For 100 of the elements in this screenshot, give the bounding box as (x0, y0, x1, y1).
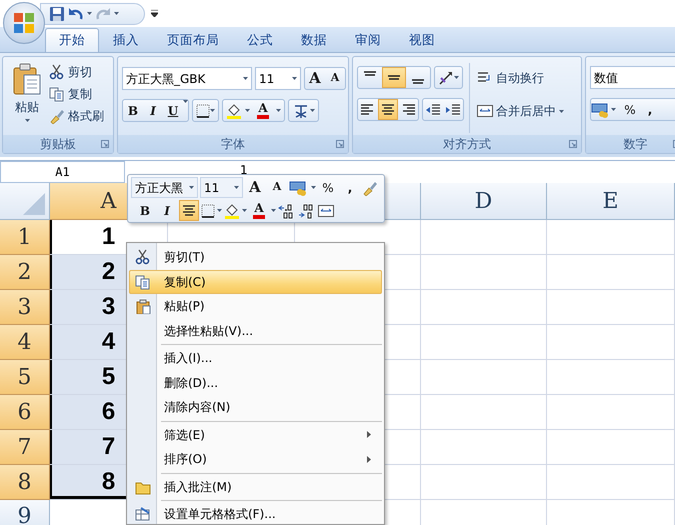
corner-triangle-icon (23, 193, 45, 215)
increase-indent-icon (445, 102, 461, 116)
undo-icon[interactable] (68, 6, 84, 22)
border-icon[interactable] (201, 204, 215, 218)
shrink-font-button[interactable]: A (267, 177, 287, 198)
grow-font-button[interactable]: A (305, 68, 325, 89)
percent-button[interactable]: % (318, 177, 338, 198)
grow-font-button[interactable]: A (245, 177, 265, 198)
italic-button[interactable]: I (143, 100, 163, 121)
ribbon-command[interactable]: 剪切 (47, 61, 106, 83)
dropdown-arrow-icon[interactable] (276, 109, 281, 112)
dropdown-arrow-icon[interactable] (559, 110, 564, 112)
font-name-dropdown[interactable]: 方正大黑_GBK (122, 67, 252, 90)
text-orientation-icon[interactable] (438, 70, 454, 86)
dropdown-arrow-icon[interactable] (234, 186, 239, 189)
comma-button[interactable]: , (340, 177, 360, 198)
merge-cells-icon (477, 104, 493, 118)
font-name-dropdown[interactable]: 方正大黑 (131, 177, 198, 198)
menu-item[interactable]: 设置单元格格式(F)... (129, 502, 382, 524)
align-center-button[interactable] (179, 200, 199, 221)
ribbon-command[interactable]: 复制 (47, 83, 106, 105)
group-title: 剪贴板 (40, 136, 76, 153)
ribbon-tab[interactable]: 插入 (99, 28, 153, 52)
dropdown-arrow-icon[interactable] (311, 186, 316, 189)
border-icon[interactable] (196, 104, 210, 118)
align-middle-icon (388, 75, 400, 80)
underline-button[interactable]: U (163, 100, 183, 121)
row-header[interactable]: 3 (0, 290, 50, 325)
align-center-button[interactable] (378, 99, 398, 120)
customize-icon[interactable] (151, 10, 158, 17)
format-brush-icon[interactable] (362, 180, 378, 196)
format-cells-icon (135, 506, 151, 522)
currency-icon[interactable] (289, 180, 309, 196)
ribbon-command[interactable]: 格式刷 (47, 105, 106, 127)
name-box[interactable]: A1 (0, 161, 125, 183)
font-color-button[interactable]: A (249, 200, 269, 221)
group-title: 字体 (221, 136, 245, 153)
copy-icon (135, 274, 151, 290)
bold-button[interactable]: B (123, 100, 143, 121)
bold-button[interactable]: B (135, 200, 155, 221)
submenu-arrow-icon (367, 431, 371, 438)
dropdown-arrow-icon[interactable] (271, 209, 276, 212)
align-top-icon (364, 71, 376, 76)
dropdown-arrow-icon[interactable] (245, 109, 250, 112)
row-header[interactable]: 9 (0, 500, 50, 525)
ribbon-tab[interactable]: 页面布局 (153, 28, 233, 52)
row-header[interactable]: 5 (0, 360, 50, 395)
dropdown-arrow-icon[interactable] (189, 186, 194, 189)
font-color-button[interactable]: A (253, 100, 273, 121)
row-header[interactable]: 1 (0, 220, 50, 255)
align-right-icon (400, 102, 416, 116)
paste-icon (12, 63, 42, 95)
dropdown-arrow-icon[interactable] (242, 209, 247, 212)
comma-button[interactable]: , (640, 99, 660, 120)
dialog-launcher-icon[interactable] (569, 140, 577, 148)
align-center-icon (181, 204, 197, 218)
ribbon-tab[interactable]: 开始 (45, 28, 99, 52)
save-icon[interactable] (49, 6, 65, 22)
decrease-indent-icon (425, 102, 441, 116)
row-header[interactable]: 8 (0, 465, 50, 500)
row-header[interactable]: 6 (0, 395, 50, 430)
merge-cells-icon[interactable] (318, 204, 334, 218)
dropdown-arrow-icon[interactable] (210, 109, 215, 112)
dropdown-arrow-icon[interactable] (183, 100, 188, 103)
wrap-text-button[interactable]: 自动换行 (475, 67, 566, 89)
shrink-font-button[interactable]: A (325, 68, 345, 89)
percent-button[interactable]: % (620, 99, 640, 120)
fill-color-icon[interactable] (226, 102, 242, 118)
dialog-launcher-icon[interactable] (101, 140, 109, 148)
format-brush-icon (49, 108, 65, 124)
paste-icon (135, 298, 151, 314)
merge-center-button[interactable]: 合并后居中 (475, 100, 566, 122)
align-bottom-icon (412, 79, 424, 84)
column-header[interactable]: D (421, 183, 547, 220)
ribbon-tab[interactable]: 数据 (287, 28, 341, 52)
dropdown-arrow-icon[interactable] (454, 76, 459, 79)
currency-icon[interactable] (591, 102, 611, 118)
dropdown-arrow-icon[interactable] (114, 12, 119, 15)
row-header[interactable]: 4 (0, 325, 50, 360)
fill-color-icon[interactable] (224, 202, 240, 218)
cut-icon (49, 64, 65, 80)
menu-item[interactable]: 复制(C) (129, 270, 382, 294)
column-header[interactable]: E (547, 183, 675, 220)
row-header[interactable]: 2 (0, 255, 50, 290)
dropdown-arrow-icon[interactable] (87, 12, 92, 15)
paste-button[interactable]: 粘贴 (7, 61, 47, 135)
dialog-launcher-icon[interactable] (336, 140, 344, 148)
row-header[interactable]: 7 (0, 430, 50, 465)
font-size-dropdown[interactable]: 11 (255, 67, 301, 90)
dropdown-arrow-icon[interactable] (292, 77, 297, 80)
dropdown-arrow-icon[interactable] (310, 109, 315, 112)
dropdown-arrow-icon[interactable] (217, 209, 222, 212)
ribbon-tab[interactable]: 公式 (233, 28, 287, 52)
ribbon-tab[interactable]: 视图 (395, 28, 449, 52)
number-format-dropdown[interactable]: 数值 (590, 66, 675, 89)
align-middle-button[interactable] (382, 67, 406, 88)
font-size-dropdown[interactable]: 11 (200, 177, 243, 198)
ribbon-tab[interactable]: 审阅 (341, 28, 395, 52)
dropdown-arrow-icon[interactable] (611, 108, 616, 111)
dropdown-arrow-icon[interactable] (243, 77, 248, 80)
